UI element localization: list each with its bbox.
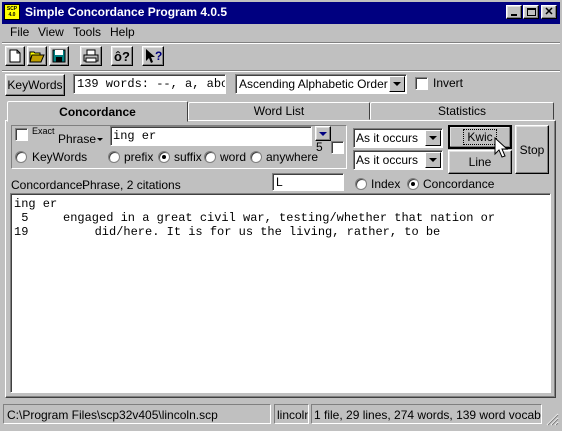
result-line-text-2: did/here. It is for us the living, rathe… [73,225,441,239]
suffix-radio[interactable] [158,151,170,163]
concordance-label: Concordance: [11,178,86,192]
mouse-cursor-icon [494,137,509,158]
words-combo[interactable]: 139 words: --, a, abo [73,74,226,94]
anywhere-label: anywhere [266,150,319,164]
word-radio[interactable] [204,151,216,163]
tab-concordance-label: Concordance [59,104,136,119]
new-button[interactable] [5,46,25,66]
concordance-info: Phrase, 2 citations [82,178,181,192]
concordance-radio-label: Concordance [423,177,495,191]
keywords-button-label: KeyWords [7,78,63,92]
tab-word-list[interactable]: Word List [188,102,370,120]
maximize-icon [526,8,536,16]
prefix-radio[interactable] [108,151,120,163]
primary-sort-select[interactable]: As it occurs [353,128,443,148]
context-checkbox[interactable] [331,141,344,154]
app-icon[interactable]: SCP 4.0 [4,4,20,20]
results-text-area[interactable]: ing er 5 engaged in a great civil war, t… [10,193,551,393]
menu-divider [2,42,560,44]
phrase-label[interactable]: Phrase [58,132,96,146]
minimize-icon [511,14,517,16]
suffix-label: suffix [174,150,202,164]
secondary-sort-value: As it occurs [356,153,419,167]
menu-file[interactable]: File [10,25,29,39]
window-title: Simple Concordance Program 4.0.5 [25,5,228,19]
print-button[interactable] [80,46,102,66]
menu-bar: File View Tools Help [2,24,560,42]
status-stats-panel: 1 file, 29 lines, 274 words, 139 word vo… [311,404,542,424]
tab-statistics[interactable]: Statistics [370,102,554,120]
search-query-value: ing er [113,129,157,143]
reference-input[interactable]: L [272,173,344,191]
resize-grip-icon[interactable] [545,412,559,426]
close-icon: ✕ [544,6,554,18]
save-button[interactable] [49,46,69,66]
history-dropdown-button[interactable] [315,126,331,141]
toolbar-divider [2,70,560,72]
about-button[interactable]: ô? [111,46,133,66]
status-stats: 1 file, 29 lines, 274 words, 139 word vo… [314,408,542,422]
words-combo-value: 139 words: --, a, abo [77,77,226,91]
status-path-panel: C:\Program Files\scp32v405\lincoln.scp [3,404,271,424]
stop-label: Stop [519,142,545,157]
concordance-radio[interactable] [407,178,419,190]
menu-help[interactable]: Help [110,25,135,39]
word-label: word [220,150,247,164]
maximize-button[interactable] [523,5,539,19]
open-folder-icon [29,51,45,62]
search-query-input[interactable]: ing er [110,126,312,146]
menu-tools[interactable]: Tools [73,25,101,39]
status-file-panel: lincoln [274,404,309,424]
status-file: lincoln [277,408,309,422]
stop-button[interactable]: Stop [515,125,549,174]
index-label: Index [371,177,401,191]
exact-checkbox[interactable] [15,128,28,141]
result-line-num-2: 19 [14,225,29,239]
invert-label: Invert [433,76,464,90]
result-line-text-1: engaged in a great civil war, testing/wh… [63,211,496,225]
result-line-num-1: 5 [14,211,29,225]
chevron-down-icon[interactable] [425,152,441,168]
sort-order-value: Ascending Alphabetic Order [239,77,388,91]
exact-label: Exact [32,126,55,136]
tab-active-join [8,119,187,122]
phrase-dropdown-icon[interactable] [97,138,103,141]
invert-checkbox[interactable] [415,77,428,90]
results-header: ing er [14,197,58,211]
app-icon-text: SCP 4.0 [6,6,18,18]
save-disk-icon [52,49,66,63]
keywords-radio[interactable] [15,151,27,163]
whats-this-help-icon: ? [146,49,162,63]
tab-word-list-label: Word List [253,104,305,118]
kwic-label: Kwic [463,129,497,145]
chevron-down-icon [319,131,327,136]
status-path: C:\Program Files\scp32v405\lincoln.scp [7,408,218,422]
close-button[interactable]: ✕ [541,5,557,19]
about-icon: ô? [114,48,130,64]
secondary-sort-select[interactable]: As it occurs [353,150,443,170]
keywords-button[interactable]: KeyWords [5,74,65,96]
minimize-button[interactable] [506,5,522,19]
keywords-radio-label: KeyWords [32,150,88,164]
line-label: Line [468,155,492,169]
tab-statistics-label: Statistics [437,104,486,118]
index-radio[interactable] [355,178,367,190]
prefix-label: prefix [124,150,154,164]
new-document-icon [9,49,21,63]
anywhere-radio[interactable] [250,151,262,163]
menu-view[interactable]: View [38,25,64,39]
open-button[interactable] [27,46,47,66]
chevron-down-icon[interactable] [425,130,441,146]
chevron-down-icon[interactable] [389,76,405,92]
print-icon [83,49,99,63]
reference-value: L [276,175,283,189]
primary-sort-value: As it occurs [356,131,419,145]
sort-order-select[interactable]: Ascending Alphabetic Order [235,74,407,94]
whats-this-button[interactable]: ? [142,46,164,66]
svg-text:?: ? [155,49,162,63]
